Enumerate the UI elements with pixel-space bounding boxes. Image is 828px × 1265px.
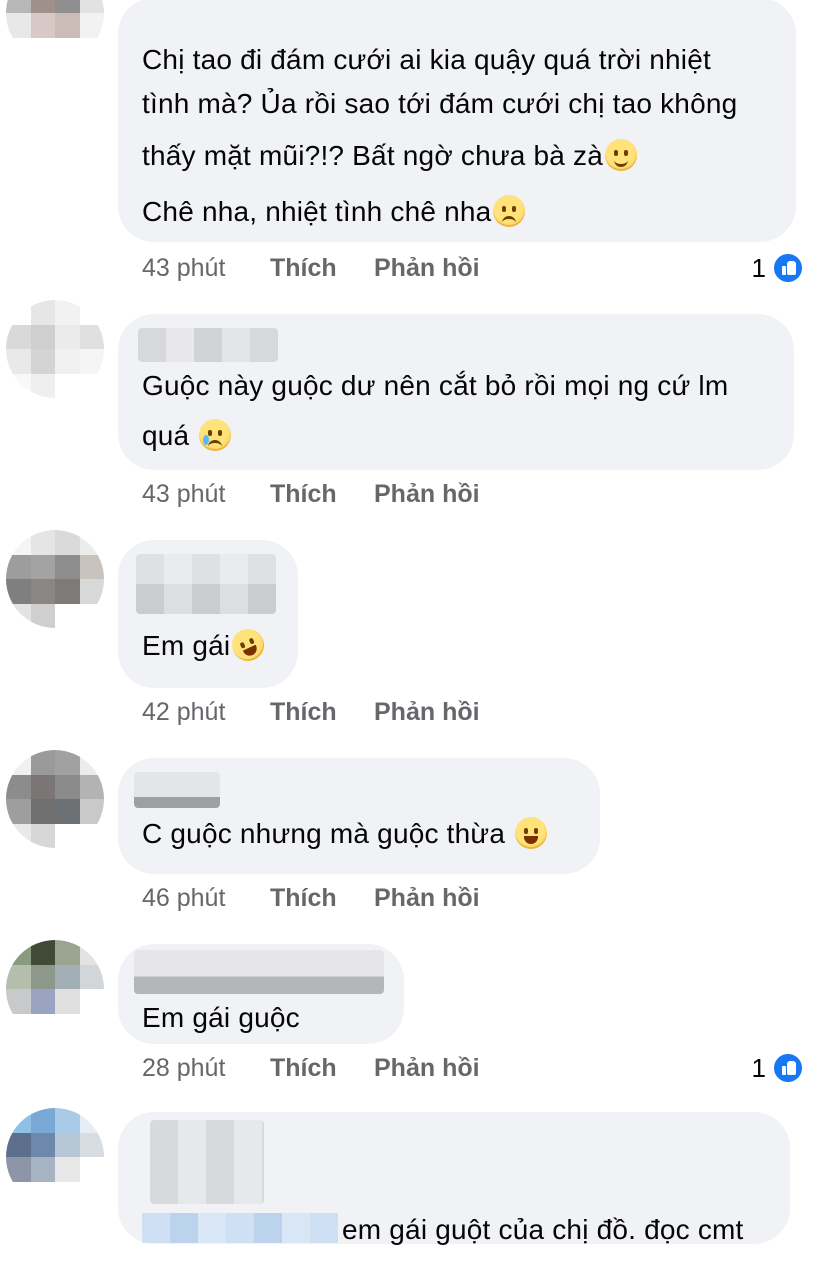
reply-button[interactable]: Phản hồi — [374, 480, 480, 509]
avatar[interactable] — [6, 750, 104, 848]
comment-meta: 28 phút Thích Phản hồi — [142, 1054, 480, 1083]
like-thumb-icon — [772, 252, 804, 284]
crying-face-icon — [199, 419, 232, 451]
timestamp[interactable]: 43 phút — [142, 480, 270, 509]
like-button[interactable]: Thích — [270, 1054, 374, 1083]
comment-bubble: Em gái guộc — [118, 944, 404, 1044]
like-button[interactable]: Thích — [270, 480, 374, 509]
comment-text: Chị tao đi đám cưới ai kia quậy quá trời… — [142, 44, 738, 227]
comment-bubble: C guộc nhưng mà guộc thừa — [118, 758, 600, 874]
comment-bubble: Guộc này guộc dư nên cắt bỏ rồi mọi ng c… — [118, 314, 794, 470]
reply-button[interactable]: Phản hồi — [374, 698, 480, 727]
comment-text: C guộc nhưng mà guộc thừa — [142, 812, 576, 856]
avatar[interactable] — [6, 1108, 104, 1206]
reaction-number: 1 — [751, 252, 766, 283]
reply-button[interactable]: Phản hồi — [374, 254, 480, 283]
comment-meta: 43 phút Thích Phản hồi — [142, 254, 480, 283]
comment-text: Em gái — [142, 623, 274, 668]
upside-down-face-icon — [605, 139, 638, 171]
timestamp[interactable]: 42 phút — [142, 698, 270, 727]
blurred-author-name[interactable] — [136, 554, 276, 614]
like-button[interactable]: Thích — [270, 698, 374, 727]
like-thumb-icon — [772, 1052, 804, 1084]
blurred-author-name[interactable] — [138, 328, 278, 362]
comment-meta: 43 phút Thích Phản hồi — [142, 480, 480, 509]
comment-meta: 46 phút Thích Phản hồi — [142, 884, 480, 913]
avatar[interactable] — [6, 300, 104, 398]
comment-bubble: Chị tao đi đám cưới ai kia quậy quá trời… — [118, 0, 796, 242]
reaction-count[interactable]: 1 — [752, 252, 804, 284]
timestamp[interactable]: 28 phút — [142, 1054, 270, 1083]
unamused-face-icon — [493, 195, 526, 227]
reply-button[interactable]: Phản hồi — [374, 1054, 480, 1083]
comment-text: em gái guột của chị đồ. đọc cmt — [142, 1208, 766, 1252]
avatar[interactable] — [6, 940, 104, 1038]
avatar[interactable] — [6, 530, 104, 628]
comment-text: Em gái guộc — [142, 1002, 300, 1033]
like-button[interactable]: Thích — [270, 884, 374, 913]
reaction-number: 1 — [751, 1052, 766, 1083]
like-button[interactable]: Thích — [270, 254, 374, 283]
comment-meta: 42 phút Thích Phản hồi — [142, 698, 480, 727]
blurred-author-name[interactable] — [134, 950, 384, 994]
comment-text: Guộc này guộc dư nên cắt bỏ rồi mọi ng c… — [142, 370, 729, 451]
timestamp[interactable]: 43 phút — [142, 254, 270, 283]
blurred-author-name[interactable] — [150, 1120, 264, 1204]
tears-of-joy-icon — [515, 817, 548, 849]
comment-bubble: em gái guột của chị đồ. đọc cmt — [118, 1112, 790, 1245]
tagged-user[interactable] — [142, 1213, 338, 1243]
avatar[interactable] — [6, 0, 104, 62]
blurred-author-name[interactable] — [134, 772, 220, 808]
rolling-laughing-icon — [227, 623, 270, 667]
reaction-count[interactable]: 1 — [752, 1052, 804, 1084]
timestamp[interactable]: 46 phút — [142, 884, 270, 913]
comment-bubble: Em gái — [118, 540, 298, 688]
reply-button[interactable]: Phản hồi — [374, 884, 480, 913]
